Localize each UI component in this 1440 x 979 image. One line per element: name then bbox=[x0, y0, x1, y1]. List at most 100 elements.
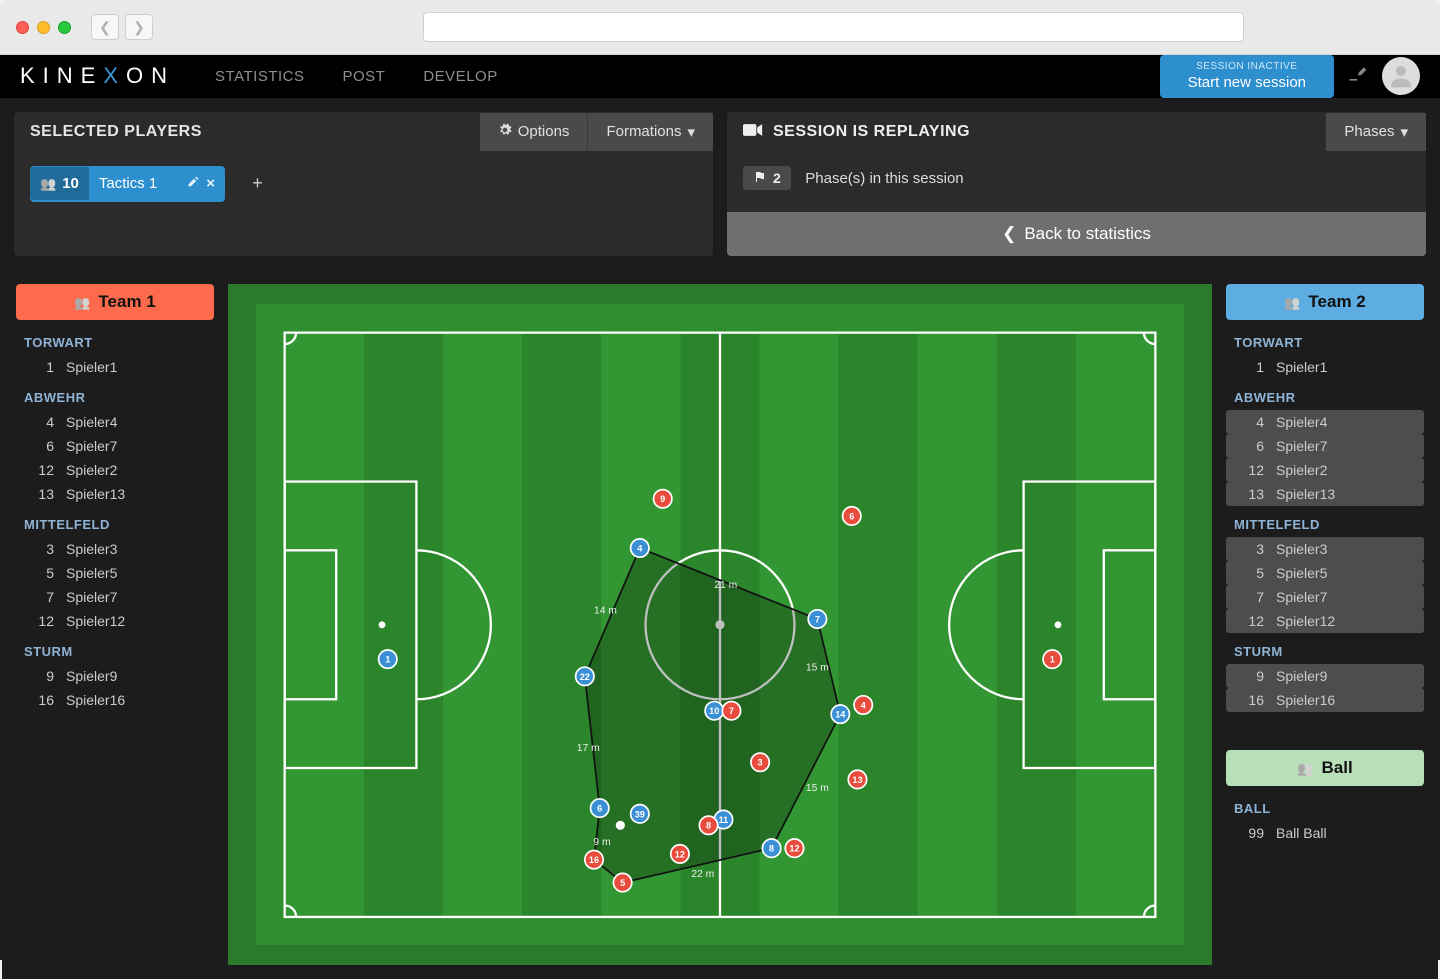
field-player[interactable]: 1 bbox=[1043, 649, 1061, 667]
player-name: Spieler7 bbox=[1276, 589, 1327, 605]
player-row[interactable]: 4Spieler4 bbox=[16, 410, 214, 434]
player-row[interactable]: 3Spieler3 bbox=[1226, 537, 1424, 561]
session-status-label: SESSION INACTIVE bbox=[1188, 60, 1306, 73]
player-row[interactable]: 3Spieler3 bbox=[16, 537, 214, 561]
chip-name: Tactics 1 bbox=[99, 175, 157, 192]
player-row[interactable]: 16Spieler16 bbox=[16, 688, 214, 712]
svg-text:7: 7 bbox=[815, 614, 820, 624]
field-player[interactable]: 7 bbox=[808, 609, 826, 627]
player-name: Spieler7 bbox=[66, 589, 117, 605]
session-action-label: Start new session bbox=[1188, 73, 1306, 93]
position-group: STURM9Spieler916Spieler16 bbox=[1226, 639, 1424, 712]
player-row[interactable]: 9Spieler9 bbox=[16, 664, 214, 688]
start-session-button[interactable]: SESSION INACTIVE Start new session bbox=[1160, 55, 1334, 98]
player-row[interactable]: 12Spieler2 bbox=[16, 458, 214, 482]
position-group: ABWEHR4Spieler46Spieler712Spieler213Spie… bbox=[1226, 385, 1424, 506]
player-row[interactable]: 1Spieler1 bbox=[1226, 355, 1424, 379]
field-player[interactable]: 6 bbox=[843, 506, 861, 524]
field-player[interactable]: 4 bbox=[631, 538, 649, 556]
field-player[interactable]: 12 bbox=[671, 844, 689, 862]
player-row[interactable]: 5Spieler5 bbox=[1226, 561, 1424, 585]
field-player[interactable]: 4 bbox=[854, 695, 872, 713]
back-to-statistics-button[interactable]: ❮ Back to statistics bbox=[727, 212, 1426, 256]
distance-label: 14 m bbox=[594, 605, 617, 616]
field-player[interactable]: 9 bbox=[654, 489, 672, 507]
field-player[interactable]: 16 bbox=[585, 850, 603, 868]
selected-players-panel: SELECTED PLAYERS Options Formations ▾ bbox=[14, 112, 713, 256]
close-window-icon[interactable] bbox=[16, 21, 29, 34]
player-name: Spieler12 bbox=[1276, 613, 1335, 629]
player-row[interactable]: 12Spieler2 bbox=[1226, 458, 1424, 482]
svg-text:7: 7 bbox=[729, 706, 734, 716]
player-row[interactable]: 6Spieler7 bbox=[16, 434, 214, 458]
player-row[interactable]: 7Spieler7 bbox=[1226, 585, 1424, 609]
player-row[interactable]: 5Spieler5 bbox=[16, 561, 214, 585]
player-row[interactable]: 13Spieler13 bbox=[16, 482, 214, 506]
svg-text:1: 1 bbox=[1050, 654, 1055, 664]
svg-text:6: 6 bbox=[597, 803, 602, 813]
add-group-button[interactable]: + bbox=[243, 170, 271, 198]
svg-text:3: 3 bbox=[758, 757, 763, 767]
field-player[interactable]: 14 bbox=[831, 704, 849, 722]
player-number: 12 bbox=[1244, 462, 1264, 478]
field-player[interactable]: 7 bbox=[722, 701, 740, 719]
phases-tab[interactable]: Phases ▾ bbox=[1326, 113, 1426, 151]
field-player[interactable]: 22 bbox=[576, 667, 594, 685]
player-name: Spieler7 bbox=[1276, 438, 1327, 454]
player-row[interactable]: 12Spieler12 bbox=[1226, 609, 1424, 633]
team1-label: Team 1 bbox=[98, 292, 155, 312]
edit-icon[interactable] bbox=[187, 175, 200, 192]
settings-icon[interactable] bbox=[1348, 64, 1368, 89]
field-player[interactable]: 3 bbox=[751, 753, 769, 771]
player-number: 4 bbox=[1244, 414, 1264, 430]
team1-badge[interactable]: Team 1 bbox=[16, 284, 214, 320]
player-row[interactable]: 16Spieler16 bbox=[1226, 688, 1424, 712]
field-player[interactable]: 13 bbox=[848, 770, 866, 788]
field-player[interactable]: 8 bbox=[699, 816, 717, 834]
field-player[interactable]: 8 bbox=[762, 839, 780, 857]
player-row[interactable]: 9Spieler9 bbox=[1226, 664, 1424, 688]
field-player[interactable]: 6 bbox=[591, 798, 609, 816]
player-row[interactable]: 12Spieler12 bbox=[16, 609, 214, 633]
player-row[interactable]: 6Spieler7 bbox=[1226, 434, 1424, 458]
forward-button[interactable]: ❯ bbox=[125, 14, 153, 40]
nav-statistics[interactable]: STATISTICS bbox=[215, 68, 304, 85]
ball-badge[interactable]: Ball bbox=[1226, 750, 1424, 786]
player-row[interactable]: 13 Spieler13 bbox=[1226, 482, 1424, 506]
team2-badge[interactable]: Team 2 bbox=[1226, 284, 1424, 320]
soccer-field[interactable]: 21 m14 m15 m17 m15 m9 m22 m 142271014639… bbox=[256, 304, 1184, 946]
field-player[interactable]: 1 bbox=[379, 649, 397, 667]
selected-players-title: SELECTED PLAYERS bbox=[14, 123, 202, 141]
field-player[interactable]: 39 bbox=[631, 804, 649, 822]
player-row[interactable]: 99Ball Ball bbox=[1226, 821, 1424, 845]
player-row[interactable]: 1Spieler1 bbox=[16, 355, 214, 379]
url-bar[interactable] bbox=[423, 12, 1244, 42]
field-player[interactable]: 12 bbox=[785, 839, 803, 857]
field-player[interactable]: 10 bbox=[705, 701, 723, 719]
player-name: Spieler13 bbox=[1276, 486, 1335, 502]
team2-label: Team 2 bbox=[1308, 292, 1365, 312]
field-container: 21 m14 m15 m17 m15 m9 m22 m 142271014639… bbox=[228, 284, 1212, 966]
maximize-window-icon[interactable] bbox=[58, 21, 71, 34]
minimize-window-icon[interactable] bbox=[37, 21, 50, 34]
options-tab[interactable]: Options bbox=[480, 113, 588, 151]
field-player[interactable]: 5 bbox=[613, 873, 631, 891]
nav-post[interactable]: POST bbox=[343, 68, 386, 85]
formations-tab[interactable]: Formations ▾ bbox=[587, 113, 713, 151]
nav-develop[interactable]: DEVELOP bbox=[423, 68, 497, 85]
player-group-chip[interactable]: 10 Tactics 1 × bbox=[30, 166, 225, 202]
user-avatar[interactable] bbox=[1382, 57, 1420, 95]
back-button[interactable]: ❮ bbox=[91, 14, 119, 40]
distance-label: 22 m bbox=[691, 868, 714, 879]
player-number: 5 bbox=[34, 565, 54, 581]
player-name: Spieler12 bbox=[66, 613, 125, 629]
player-number: 1 bbox=[1244, 359, 1264, 375]
flag-icon bbox=[753, 170, 767, 186]
player-row[interactable]: 7Spieler7 bbox=[16, 585, 214, 609]
player-number: 13 bbox=[1244, 486, 1264, 502]
player-name: Spieler9 bbox=[1276, 668, 1327, 684]
player-name: Spieler5 bbox=[1276, 565, 1327, 581]
position-group: TORWART1Spieler1 bbox=[1226, 330, 1424, 379]
close-icon[interactable]: × bbox=[206, 175, 215, 192]
player-row[interactable]: 4Spieler4 bbox=[1226, 410, 1424, 434]
